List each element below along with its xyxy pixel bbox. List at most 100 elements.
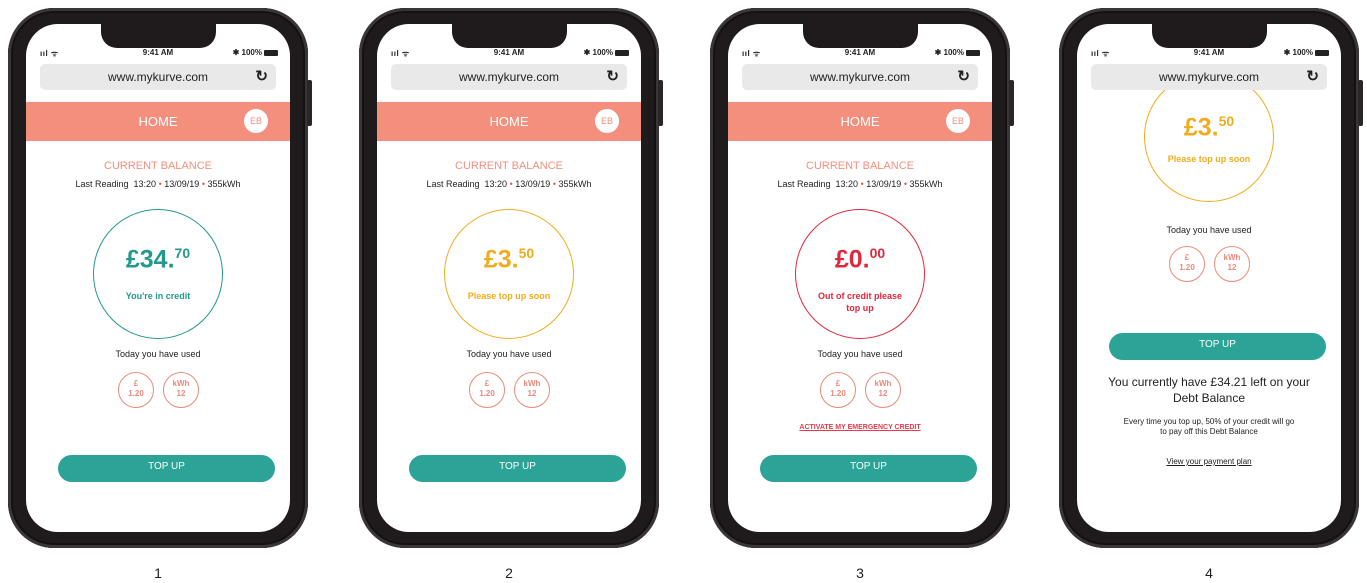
screen-caption: 4 bbox=[1205, 565, 1213, 581]
url-text[interactable]: www.mykurve.com bbox=[742, 70, 978, 84]
status-bar: ııl ᯤ 9:41 AM ✱ 100% bbox=[1077, 46, 1341, 60]
current-balance-title: CURRENT BALANCE bbox=[806, 160, 914, 172]
balance-pence: 00 bbox=[869, 245, 886, 261]
address-bar[interactable]: www.mykurve.com ↻ bbox=[742, 64, 978, 90]
cost-today: £1.20 bbox=[1169, 246, 1205, 282]
kwh-today: kWh 12 bbox=[1214, 246, 1250, 282]
last-reading: Last Reading 13:20 • 13/09/19 • 355kWh bbox=[26, 179, 290, 189]
phone-screen: ııl ᯤ 9:41 AM ✱ 100% www.mykurve.com ↻ H… bbox=[377, 24, 641, 532]
reading-usage: 355kWh bbox=[909, 179, 943, 189]
battery-label: ✱ 100% bbox=[1283, 48, 1313, 57]
cost-value: 1.20 bbox=[479, 389, 495, 398]
separator: • bbox=[509, 179, 513, 189]
address-bar[interactable]: www.mykurve.com ↻ bbox=[391, 64, 627, 90]
reading-date: 13/09/19 bbox=[866, 179, 902, 189]
home-header: HOME EB bbox=[377, 102, 641, 141]
last-reading: Last Reading 13:20 • 13/09/19 • 355kWh bbox=[728, 179, 992, 189]
screen-caption: 3 bbox=[856, 565, 864, 581]
battery-icon bbox=[615, 49, 629, 56]
cost-symbol: £ bbox=[835, 379, 841, 388]
separator: • bbox=[158, 179, 162, 189]
notch bbox=[452, 24, 567, 48]
reading-usage: 355kWh bbox=[558, 179, 592, 189]
phone-3: ııl ᯤ 9:41 AM ✱ 100% www.mykurve.com ↻ H… bbox=[710, 8, 1014, 581]
status-bar: ııl ᯤ 9:41 AM ✱ 100% bbox=[377, 46, 641, 60]
url-text[interactable]: www.mykurve.com bbox=[391, 70, 627, 84]
kwh-unit: kWh bbox=[874, 379, 892, 388]
activate-emergency-credit-link[interactable]: ACTIVATE MY EMERGENCY CREDIT bbox=[728, 424, 992, 431]
url-text[interactable]: www.mykurve.com bbox=[1091, 70, 1327, 84]
cost-today: £1.20 bbox=[118, 372, 154, 408]
reading-label: Last Reading bbox=[777, 179, 831, 189]
reading-date: 13/09/19 bbox=[515, 179, 551, 189]
balance-pounds: £3. bbox=[483, 245, 519, 274]
battery-status: ✱ 100% bbox=[584, 48, 629, 57]
debt-balance-text: You currently have £34.21 left on your D… bbox=[1108, 375, 1310, 405]
status-bar: ııl ᯤ 9:41 AM ✱ 100% bbox=[728, 46, 992, 60]
debt-info-text: Every time you top up, 50% of your credi… bbox=[1123, 417, 1295, 436]
balance-circle: £3.50 Please top up soon bbox=[1144, 72, 1274, 202]
separator: • bbox=[552, 179, 556, 189]
side-button bbox=[658, 80, 663, 126]
kwh-value: 12 bbox=[527, 389, 537, 398]
today-used-label: Today you have used bbox=[1166, 225, 1252, 235]
kwh-today: kWh 12 bbox=[514, 372, 550, 408]
top-up-button[interactable]: TOP UP bbox=[409, 455, 626, 482]
reload-icon[interactable]: ↻ bbox=[255, 67, 268, 85]
view-payment-plan-link[interactable]: View your payment plan bbox=[1077, 457, 1341, 466]
battery-label: ✱ 100% bbox=[583, 48, 613, 57]
notch bbox=[803, 24, 918, 48]
balance-message: Out of credit please top up bbox=[817, 291, 903, 313]
url-text[interactable]: www.mykurve.com bbox=[40, 70, 276, 84]
kwh-unit: kWh bbox=[172, 379, 190, 388]
balance-amount: £3.50 bbox=[445, 245, 573, 274]
separator: • bbox=[903, 179, 907, 189]
reload-icon[interactable]: ↻ bbox=[606, 67, 619, 85]
side-button bbox=[1009, 80, 1014, 126]
notch bbox=[1152, 24, 1267, 48]
phone-2: ııl ᯤ 9:41 AM ✱ 100% www.mykurve.com ↻ H… bbox=[359, 8, 663, 581]
balance-circle: £0.00 Out of credit please top up bbox=[795, 209, 925, 339]
cost-value: 1.20 bbox=[1179, 263, 1195, 272]
side-button bbox=[307, 80, 312, 126]
kwh-value: 12 bbox=[1227, 263, 1237, 272]
balance-message: You're in credit bbox=[125, 291, 191, 301]
kwh-today: kWh 12 bbox=[163, 372, 199, 408]
separator: • bbox=[860, 179, 864, 189]
battery-icon bbox=[264, 49, 278, 56]
top-up-button[interactable]: TOP UP bbox=[1109, 333, 1326, 360]
address-bar[interactable]: www.mykurve.com ↻ bbox=[40, 64, 276, 90]
notch bbox=[101, 24, 216, 48]
kwh-today: kWh 12 bbox=[865, 372, 901, 408]
cost-symbol: £ bbox=[1184, 253, 1190, 262]
kwh-value: 12 bbox=[878, 389, 888, 398]
avatar[interactable]: EB bbox=[595, 109, 619, 133]
balance-pounds: £3. bbox=[1183, 113, 1219, 142]
side-button bbox=[1358, 80, 1363, 126]
kwh-unit: kWh bbox=[523, 379, 541, 388]
address-bar[interactable]: www.mykurve.com ↻ bbox=[1091, 64, 1327, 90]
balance-pounds: £0. bbox=[834, 245, 870, 274]
reading-time: 13:20 bbox=[835, 179, 859, 189]
kwh-unit: kWh bbox=[1223, 253, 1241, 262]
reading-usage: 355kWh bbox=[207, 179, 241, 189]
last-reading: Last Reading 13:20 • 13/09/19 • 355kWh bbox=[377, 179, 641, 189]
battery-status: ✱ 100% bbox=[935, 48, 980, 57]
avatar[interactable]: EB bbox=[244, 109, 268, 133]
balance-pence: 70 bbox=[174, 245, 191, 261]
balance-message: Please top up soon bbox=[467, 291, 551, 301]
reload-icon[interactable]: ↻ bbox=[957, 67, 970, 85]
top-up-button[interactable]: TOP UP bbox=[760, 455, 977, 482]
reading-label: Last Reading bbox=[75, 179, 129, 189]
reading-date: 13/09/19 bbox=[164, 179, 200, 189]
top-up-button[interactable]: TOP UP bbox=[58, 455, 275, 482]
reload-icon[interactable]: ↻ bbox=[1306, 67, 1319, 85]
balance-amount: £34.70 bbox=[94, 245, 222, 274]
screen-caption: 1 bbox=[154, 565, 162, 581]
today-used-label: Today you have used bbox=[817, 349, 903, 359]
screen-caption: 2 bbox=[505, 565, 513, 581]
avatar[interactable]: EB bbox=[946, 109, 970, 133]
balance-amount: £0.00 bbox=[796, 245, 924, 274]
current-balance-title: CURRENT BALANCE bbox=[104, 160, 212, 172]
battery-label: ✱ 100% bbox=[232, 48, 262, 57]
